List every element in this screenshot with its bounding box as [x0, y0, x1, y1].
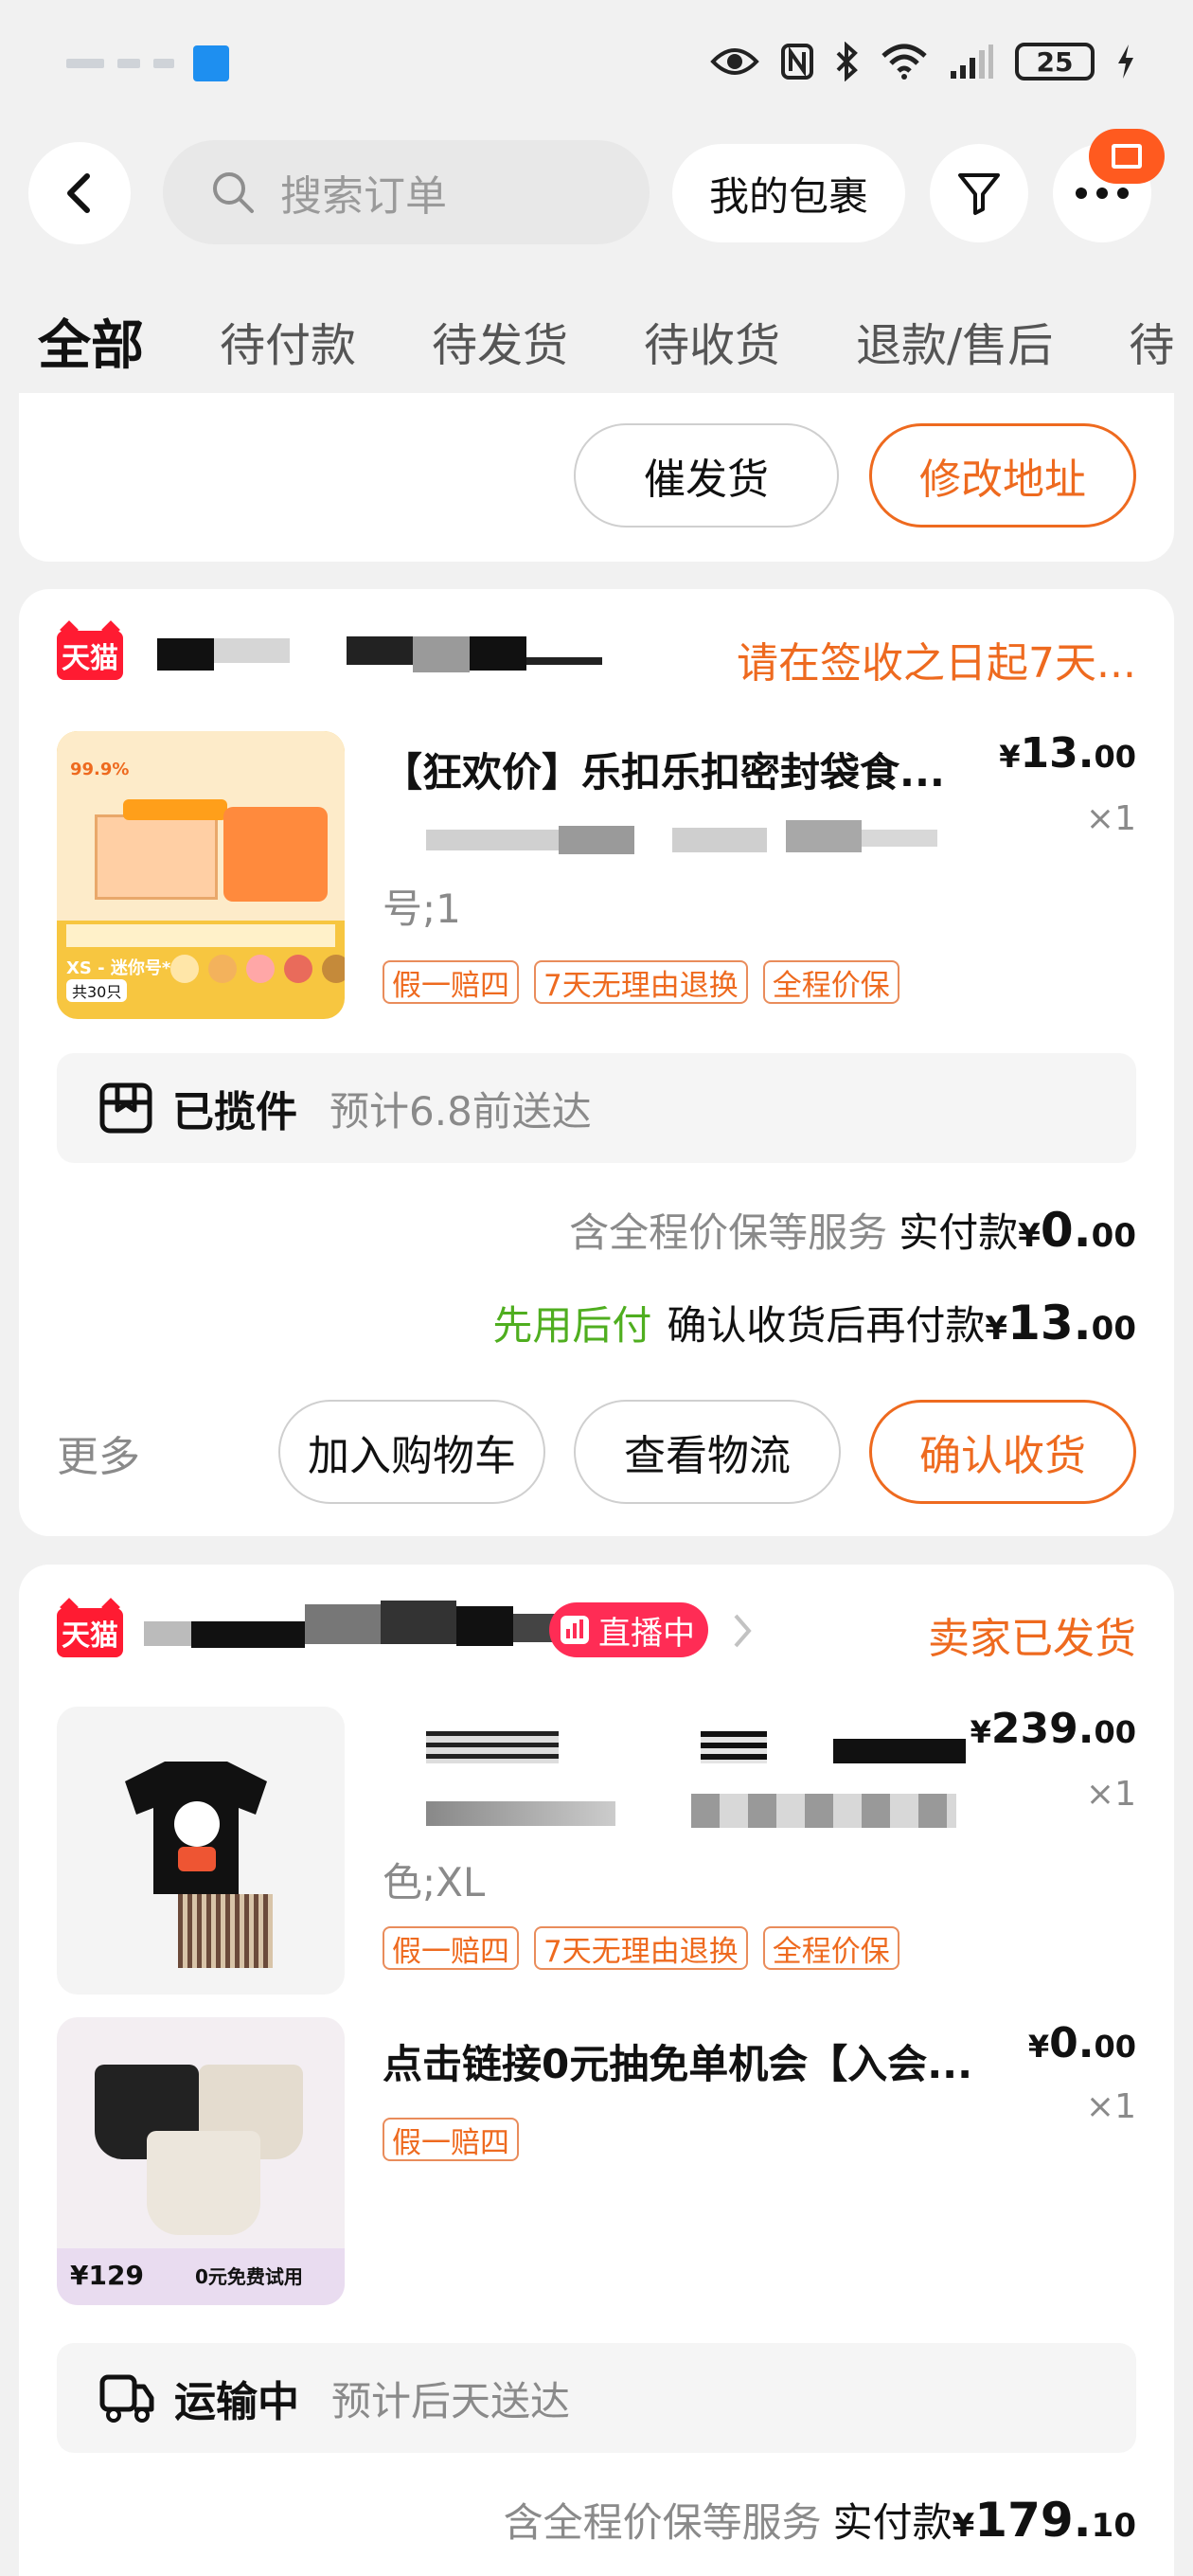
product-title-redacted[interactable]	[417, 1726, 985, 1849]
eye-icon	[710, 48, 759, 75]
chevron-right-icon[interactable]	[731, 1612, 754, 1650]
search-icon	[213, 172, 254, 213]
view-logistics-button[interactable]: 查看物流	[574, 1400, 841, 1504]
bnpl-text: 确认收货后再付款	[667, 1302, 986, 1349]
order-card: 天猫 直播中 卖家已发货 色;XL 假一赔四 7天无理由退换 全程价保 ¥239…	[19, 1565, 1174, 2576]
add-to-cart-button[interactable]: 加入购物车	[278, 1400, 545, 1504]
order-status: 卖家已发货	[928, 1615, 1136, 1663]
charging-icon	[1118, 45, 1133, 79]
item-price: ¥0.00	[1027, 2019, 1136, 2067]
product-spec: 号;1	[383, 886, 461, 932]
thumb-top-badge: 99.9%	[70, 760, 130, 779]
service-tag: 7天无理由退换	[534, 960, 748, 1004]
tab-pending-review[interactable]: 待	[1129, 308, 1174, 374]
product-title[interactable]: 【狂欢价】乐扣乐扣密封袋食...	[383, 741, 945, 798]
service-note: 含全程价保等服务	[503, 2499, 822, 2546]
logistics-eta: 预计6.8前送达	[329, 1087, 592, 1135]
logistics-status: 运输中	[174, 2378, 299, 2426]
back-button[interactable]	[28, 142, 131, 244]
package-box-icon	[99, 1082, 152, 1134]
notification-icons	[66, 45, 229, 81]
service-tags: 假一赔四 7天无理由退换 全程价保	[383, 960, 899, 1004]
order-card: 天猫 请在签收之日起7天... 99.9% XS - 迷你号*1 共30只 【狂…	[19, 589, 1174, 1536]
item-quantity: ×1	[1085, 1775, 1136, 1814]
thumb-count-label: 共30只	[66, 979, 128, 1002]
order-card-partial: 催发货 修改地址	[19, 393, 1174, 562]
logistics-eta: 预计后天送达	[331, 2377, 571, 2424]
more-actions-link[interactable]: 更多	[57, 1422, 140, 1483]
logistics-bar[interactable]: 已揽件 预计6.8前送达	[57, 1053, 1136, 1163]
nfc-icon	[781, 44, 813, 80]
store-name-redacted[interactable]	[138, 627, 612, 684]
modify-address-button[interactable]: 修改地址	[869, 423, 1136, 528]
tab-pending-payment[interactable]: 待付款	[220, 308, 356, 374]
item-quantity: ×1	[1085, 799, 1136, 838]
paid-amount: ¥179.10	[952, 2493, 1136, 2548]
tab-refund-aftersale[interactable]: 退款/售后	[856, 308, 1053, 374]
service-tag: 全程价保	[762, 1926, 899, 1970]
more-dots-icon	[1076, 188, 1129, 199]
item-price: ¥13.00	[999, 729, 1136, 778]
service-tags: 假一赔四	[383, 2118, 519, 2161]
search-placeholder: 搜索订单	[280, 172, 447, 221]
bnpl-label: 先用后付	[492, 1302, 652, 1349]
delivery-truck-icon	[99, 2374, 154, 2423]
message-badge-icon	[1089, 129, 1165, 184]
store-name-redacted[interactable]	[125, 1593, 561, 1659]
product-spec: 色;XL	[383, 1859, 486, 1905]
order-status: 请在签收之日起7天...	[737, 639, 1136, 688]
tab-pending-shipment[interactable]: 待发货	[432, 308, 568, 374]
product-title[interactable]: 点击链接0元抽免单机会【入会...	[383, 2032, 972, 2090]
search-input[interactable]: 搜索订单	[163, 140, 650, 244]
service-tag: 7天无理由退换	[534, 1926, 748, 1970]
product-thumbnail[interactable]: 99.9% XS - 迷你号*1 共30只	[57, 731, 345, 1019]
logistics-bar[interactable]: 运输中 预计后天送达	[57, 2343, 1136, 2453]
service-tag: 假一赔四	[383, 960, 519, 1004]
service-tag: 假一赔四	[383, 1926, 519, 1970]
tmall-badge: 天猫	[57, 1608, 123, 1657]
signal-icon	[951, 45, 993, 79]
service-note: 含全程价保等服务	[569, 1209, 888, 1256]
service-tags: 假一赔四 7天无理由退换 全程价保	[383, 1926, 899, 1970]
tab-pending-receipt[interactable]: 待收货	[644, 308, 780, 374]
thumb-promo: 0元免费试用	[195, 2265, 303, 2288]
payment-summary: 含全程价保等服务 实付款 ¥179.10	[504, 2491, 1136, 2549]
bnpl-summary: 先用后付 确认收货后再付款 ¥13.00	[492, 1294, 1136, 1351]
paid-label: 实付款	[899, 1209, 1019, 1256]
logistics-status: 已揽件	[172, 1088, 297, 1136]
paid-amount: ¥0.00	[1018, 1203, 1136, 1258]
order-tabs: 全部 待付款 待发货 待收货 退款/售后 待	[38, 303, 1193, 379]
bnpl-amount: ¥13.00	[985, 1296, 1136, 1351]
service-tag: 全程价保	[762, 960, 899, 1004]
tmall-badge: 天猫	[57, 631, 123, 680]
filter-button[interactable]	[930, 144, 1028, 242]
app-notification-icon	[193, 45, 229, 81]
confirm-receipt-button[interactable]: 确认收货	[869, 1400, 1136, 1504]
system-status-icons: 25	[710, 42, 1136, 81]
my-packages-button[interactable]: 我的包裹	[672, 144, 905, 242]
chevron-left-icon	[67, 173, 90, 213]
filter-icon	[958, 173, 1000, 215]
product-thumbnail[interactable]: ¥129 0元免费试用	[57, 2017, 345, 2305]
product-spec-redacted	[407, 820, 956, 868]
item-price: ¥239.00	[970, 1705, 1136, 1753]
wifi-icon	[881, 44, 927, 80]
battery-indicator: 25	[1015, 43, 1095, 80]
urge-shipment-button[interactable]: 催发货	[574, 423, 839, 528]
status-bar: 25	[0, 0, 1193, 133]
live-bars-icon	[561, 1616, 589, 1644]
thumb-price: ¥129	[70, 2260, 144, 2291]
payment-summary: 含全程价保等服务 实付款 ¥0.00	[569, 1201, 1136, 1259]
paid-label: 实付款	[832, 2499, 953, 2546]
live-badge[interactable]: 直播中	[549, 1602, 708, 1657]
tab-all[interactable]: 全部	[38, 303, 144, 380]
bluetooth-icon	[836, 42, 858, 81]
product-thumbnail[interactable]	[57, 1707, 345, 1995]
thumb-size-label: XS - 迷你号*1	[66, 958, 183, 978]
live-label: 直播中	[598, 1614, 695, 1653]
service-tag: 假一赔四	[383, 2118, 519, 2161]
item-quantity: ×1	[1085, 2087, 1136, 2126]
